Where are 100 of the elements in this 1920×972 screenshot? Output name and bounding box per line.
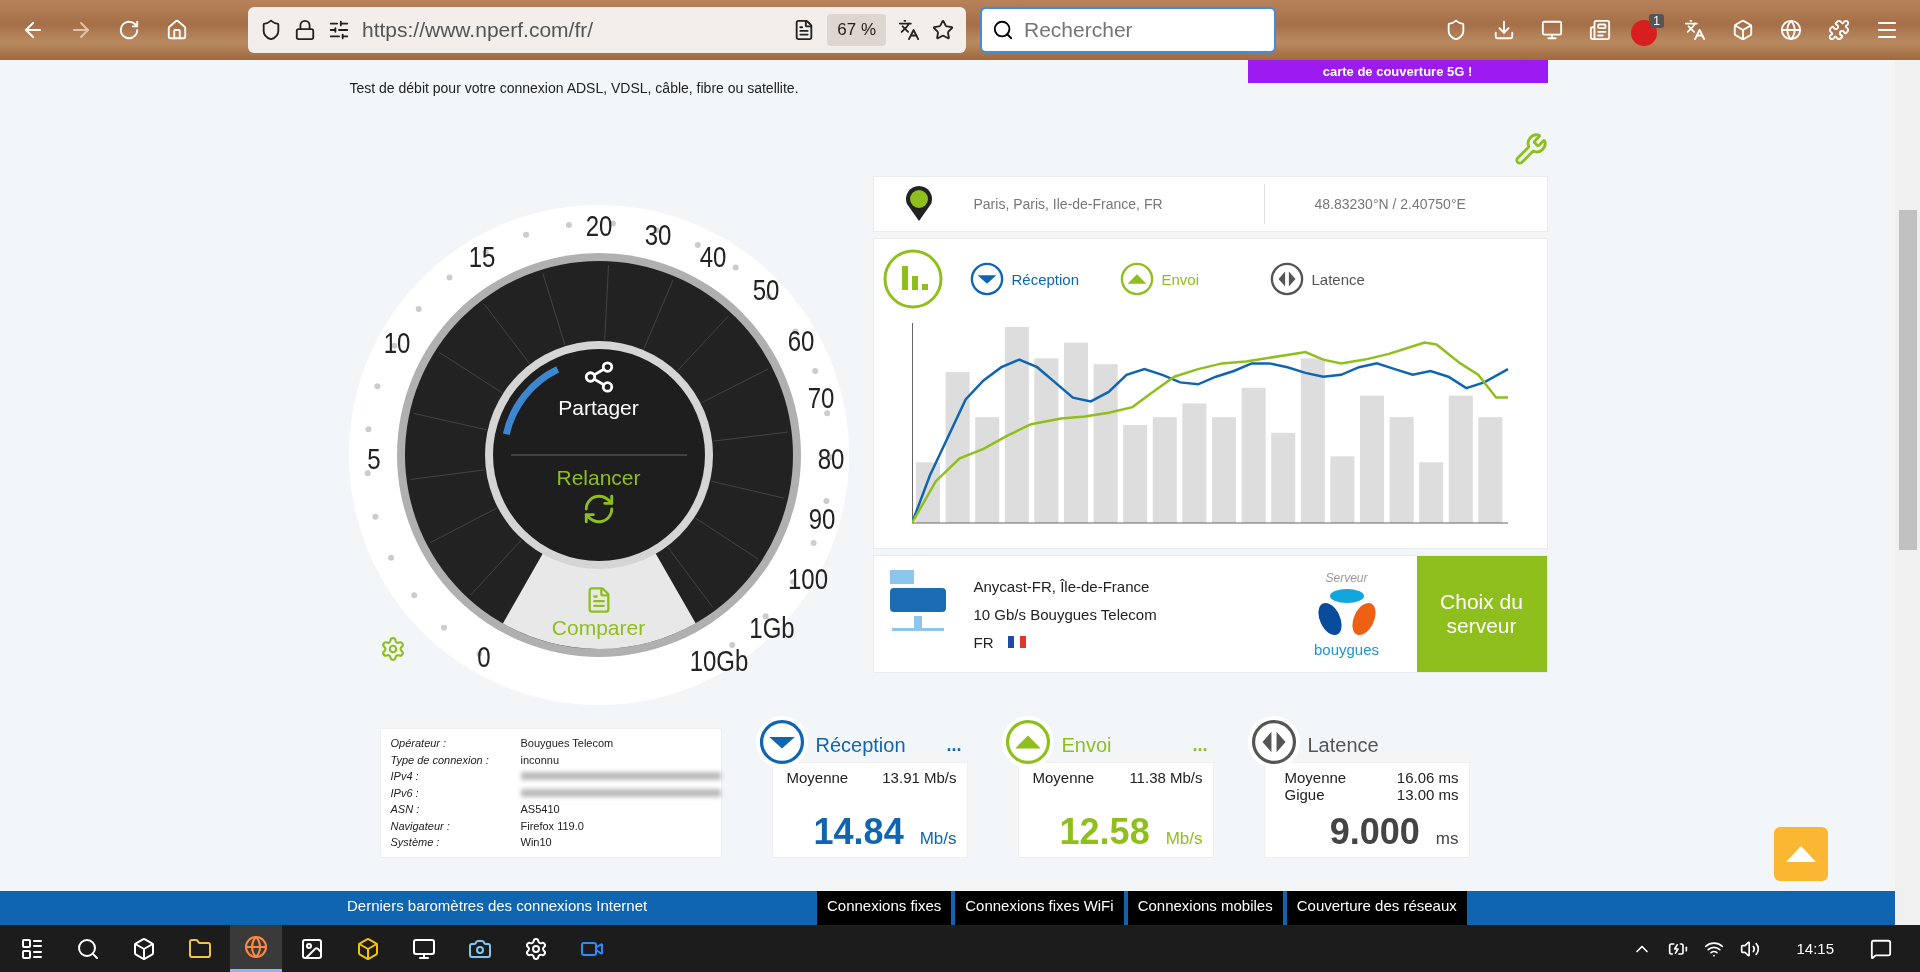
gauge-scale-label: 30 (644, 218, 671, 252)
stat-label: Moyenne (1032, 769, 1095, 786)
gauge-scale-label: 100 (787, 562, 828, 596)
gauge-scale-label: 0 (476, 640, 491, 674)
zoom-level-button[interactable]: 67 % (827, 14, 886, 46)
gauge-scale-label: 40 (699, 240, 726, 274)
france-flag-icon (1007, 636, 1026, 648)
task-view-icon[interactable] (132, 936, 156, 961)
legend-toggle[interactable]: Réception (969, 262, 1120, 296)
result-title: Envoi (1061, 733, 1113, 757)
screen-extension-icon[interactable] (1541, 19, 1564, 41)
footer-text: Derniers baromètres des connexions Internet (347, 896, 649, 914)
info-value: Firefox 119.0 (520, 818, 585, 834)
stat-value: 11.38 Mb/s (1129, 769, 1203, 786)
scrollbar[interactable] (1895, 60, 1920, 925)
bookmark-star-icon[interactable] (932, 19, 954, 41)
gauge-scale-label: 90 (808, 502, 835, 536)
address-bar[interactable]: https://www.nperf.com/fr/ 67 % (248, 7, 966, 53)
settings-icon[interactable] (524, 936, 548, 961)
clock[interactable]: 14:15 (1796, 940, 1834, 957)
page-subtitle: Test de débit pour votre connexion ADSL, VDSL, câble, fibre ou satellite. (349, 80, 799, 96)
folder-icon[interactable] (188, 936, 212, 961)
info-label: ASN : (390, 802, 421, 817)
info-value: inconnu (520, 752, 561, 768)
result-value: 12.58 (1059, 811, 1150, 853)
translate-extension-icon[interactable] (1684, 19, 1706, 41)
start-icon[interactable] (20, 936, 44, 961)
download-icon[interactable] (1493, 19, 1516, 41)
gauge-scale-label: 5 (366, 442, 381, 476)
location-text: Paris, Paris, Ile-de-France, FR (973, 196, 1164, 212)
gauge-scale-label: 15 (468, 240, 495, 274)
gauge-scale-label: 80 (817, 442, 844, 476)
box-icon[interactable] (356, 936, 380, 961)
info-value: AS5410 (520, 802, 561, 817)
info-label: Opérateur : (390, 736, 448, 751)
result-unit: Mb/s (919, 829, 957, 849)
info-label: Type de connexion : (390, 752, 490, 768)
globe-icon[interactable] (1780, 19, 1802, 41)
gauge-scale-label: 50 (752, 273, 779, 307)
latency-icon (1269, 262, 1304, 296)
share-button[interactable]: Partager (548, 359, 649, 421)
search-field[interactable]: Rechercher (980, 7, 1276, 53)
restart-button[interactable]: Relancer (538, 465, 659, 527)
server-country: FR (973, 633, 994, 651)
extensions-icon[interactable] (1828, 19, 1850, 41)
operator-logo-text: bouygues (1313, 640, 1380, 658)
permissions-icon[interactable] (328, 19, 350, 41)
monitor-icon[interactable] (412, 936, 436, 961)
server-caption: Serveur (1325, 570, 1368, 585)
gauge-scale-label: 10Gb (689, 644, 748, 678)
footer-tab[interactable]: Connexions fixes (817, 891, 952, 925)
stat-value: 13.00 ms (1396, 786, 1459, 803)
footer-tab[interactable]: Connexions fixes WiFi (955, 891, 1124, 925)
result-unit: ms (1435, 829, 1459, 849)
result-title: Latence (1307, 733, 1380, 757)
box-extension-icon[interactable] (1732, 19, 1754, 41)
translate-icon[interactable] (898, 19, 920, 41)
upload-icon (1119, 262, 1154, 296)
info-value: Bouygues Telecom (520, 736, 615, 751)
home-icon[interactable] (166, 19, 188, 41)
map-pin-icon (903, 186, 934, 222)
shield-icon[interactable] (260, 19, 282, 41)
volume-icon[interactable] (1740, 938, 1761, 959)
search-icon (992, 19, 1014, 41)
footer-tab[interactable]: Connexions mobiles (1127, 891, 1283, 925)
search-icon[interactable] (76, 936, 100, 961)
stat-label: Moyenne (1284, 769, 1347, 786)
stat-label: Gigue (1284, 786, 1325, 803)
stat-value: 16.06 ms (1396, 769, 1459, 786)
result-value: 14.84 (813, 811, 904, 853)
server-detail: 10 Gb/s Bouygues Telecom (973, 605, 1158, 623)
info-label: Navigateur : (390, 818, 451, 834)
stat-value: 13.91 Mb/s (882, 769, 957, 786)
picture-icon[interactable] (300, 936, 324, 961)
info-label: Système : (390, 835, 441, 850)
result-value: 9.000 (1329, 811, 1420, 853)
server-name: Anycast-FR, Île-de-France (973, 577, 1151, 595)
info-label: IPv6 : (390, 785, 420, 801)
coordinates-text: 48.83230°N / 2.40750°E (1314, 196, 1466, 212)
promo-banner[interactable]: carte de couverture 5G ! (1247, 60, 1548, 83)
notification-icon[interactable] (1870, 937, 1892, 960)
url-text[interactable]: https://www.nperf.com/fr/ (362, 18, 782, 42)
reload-icon[interactable] (118, 19, 140, 41)
notification-count: 1 (1649, 14, 1664, 28)
gauge-scale-label: 1Gb (748, 611, 795, 645)
more-button[interactable]: ... (946, 734, 968, 756)
up-arrow-icon (1784, 844, 1818, 864)
info-label: IPv4 : (390, 769, 420, 784)
download-icon (969, 262, 1004, 296)
gauge-scale-label: 20 (585, 209, 612, 243)
result-title: Réception (815, 733, 907, 757)
legend-toggle[interactable]: Latence (1269, 262, 1430, 296)
stat-label: Moyenne (786, 769, 849, 786)
lock-icon[interactable] (294, 19, 316, 41)
news-icon[interactable] (1589, 19, 1612, 41)
browser-icon[interactable] (244, 935, 268, 959)
info-value: Win10 (520, 835, 553, 850)
footer-tab[interactable]: Couverture des réseaux (1286, 891, 1467, 925)
gauge-scale-label: 70 (807, 381, 834, 415)
chart-bar (1329, 456, 1354, 523)
